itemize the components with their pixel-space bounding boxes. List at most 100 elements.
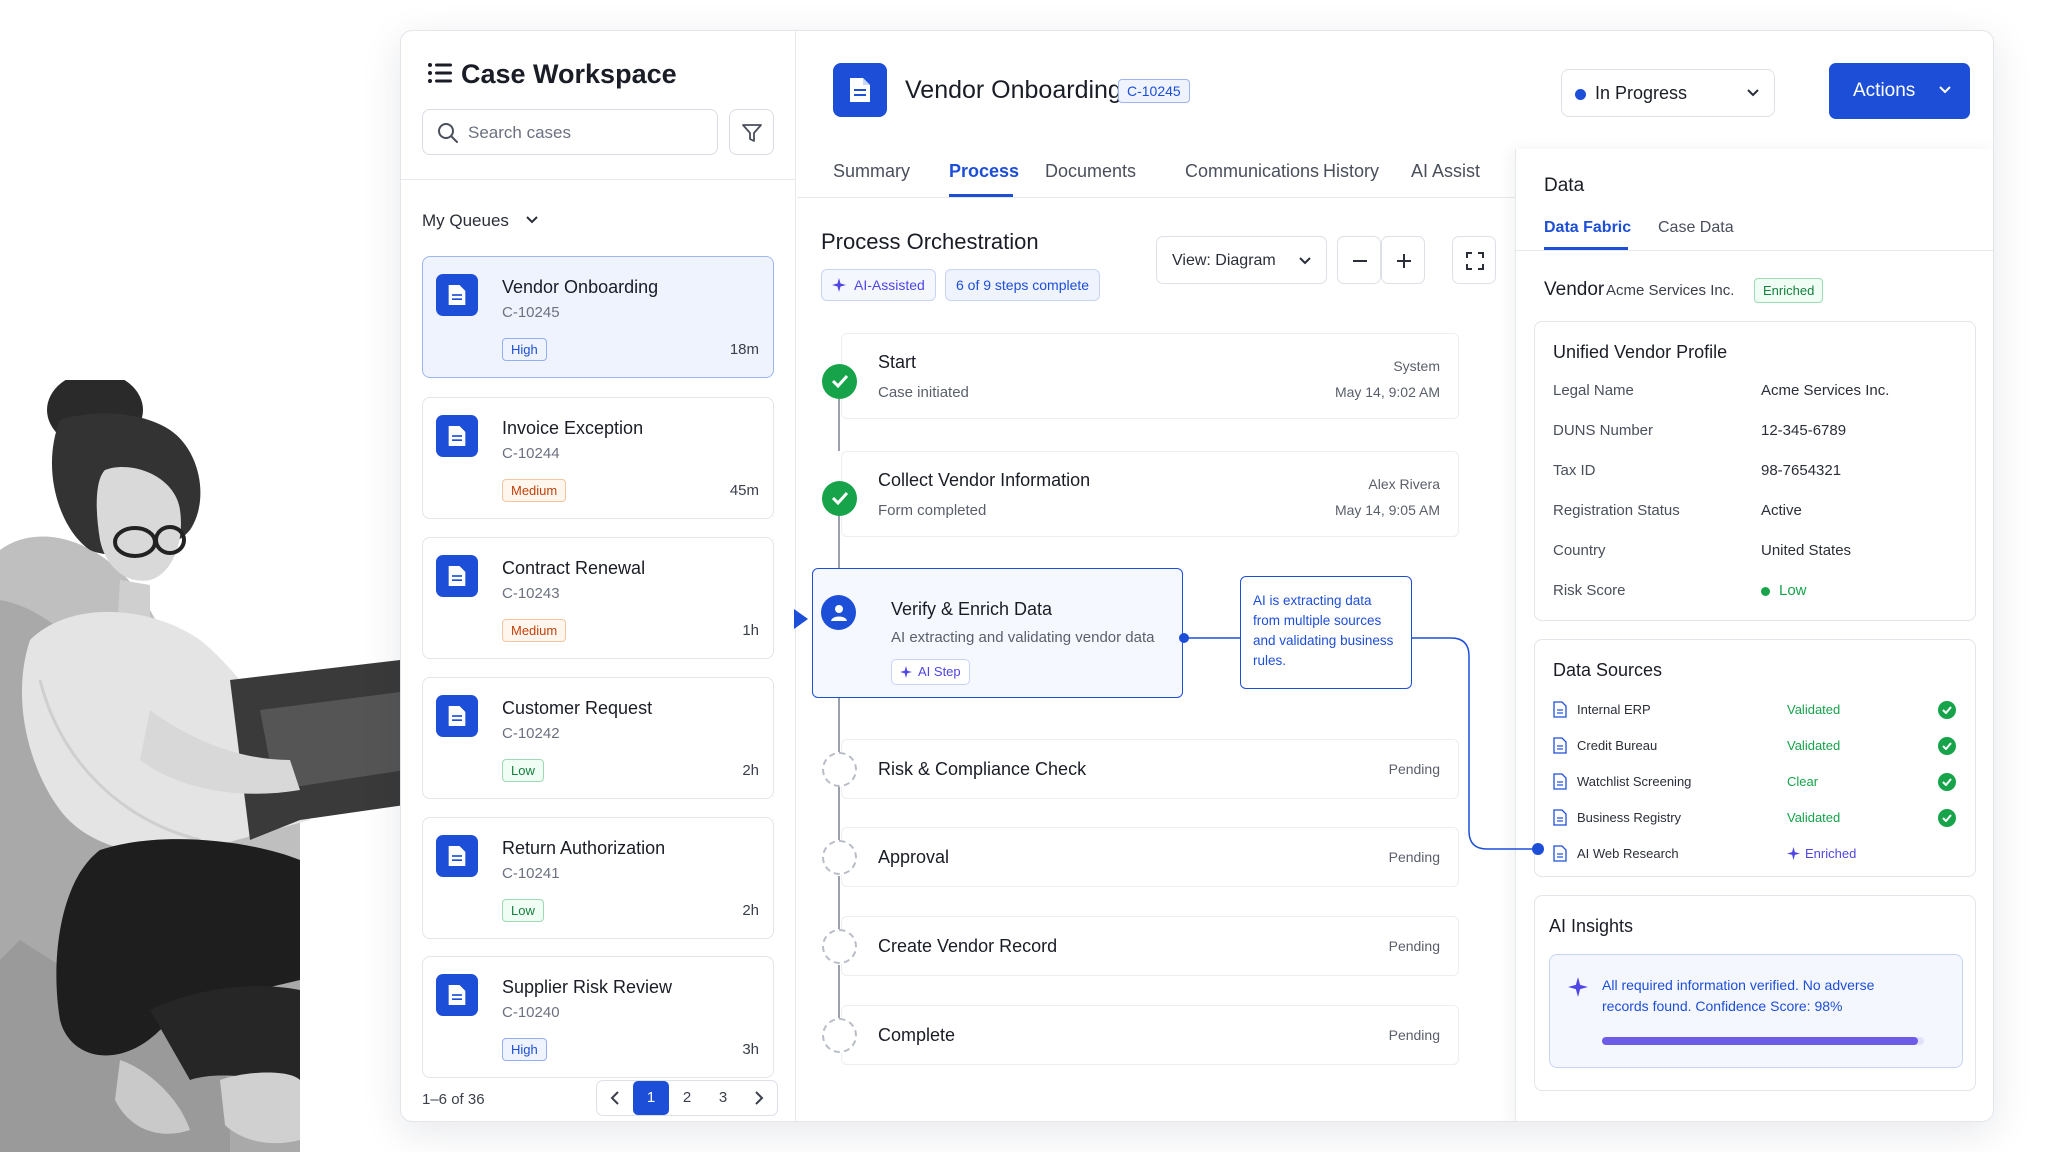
- data-panel: Data Data Fabric Case Data Vendor Acme S…: [1515, 149, 1993, 1121]
- document-icon: [1553, 737, 1567, 759]
- tab-case-data[interactable]: Case Data: [1658, 219, 1734, 237]
- field-label: Tax ID: [1553, 462, 1596, 479]
- case-id: C-10241: [502, 865, 560, 882]
- case-card[interactable]: Vendor Onboarding C-10245 High 18m: [422, 256, 774, 378]
- check-circle-icon: [822, 364, 857, 399]
- step-actor: System: [1393, 358, 1440, 374]
- source-status: Validated: [1787, 702, 1841, 717]
- case-card[interactable]: Customer Request C-10242 Low 2h: [422, 677, 774, 799]
- step-name: Complete: [878, 1025, 956, 1045]
- process-step[interactable]: Collect Vendor Information Form completed…: [841, 451, 1459, 537]
- step-actor: Alex Rivera: [1368, 476, 1440, 492]
- tab-communications[interactable]: Communications: [1185, 161, 1319, 182]
- case-title: Vendor Onboarding: [502, 277, 659, 297]
- queues-dropdown[interactable]: My Queues: [422, 211, 509, 231]
- flow-connector-line: [838, 965, 840, 1019]
- actions-button[interactable]: Actions: [1829, 63, 1970, 119]
- tab-history[interactable]: History: [1323, 161, 1379, 182]
- case-workspace-window: Case Workspace Search cases My Queues Ve…: [400, 30, 1994, 1122]
- search-placeholder: Search cases: [468, 123, 571, 142]
- zoom-in-button[interactable]: [1381, 236, 1425, 284]
- case-title: Invoice Exception: [502, 418, 644, 438]
- pending-circle-icon: [822, 1018, 857, 1053]
- document-icon: [1553, 845, 1567, 867]
- prev-page-button[interactable]: [597, 1081, 633, 1115]
- divider: [797, 197, 1517, 198]
- page-3-button[interactable]: 3: [705, 1081, 741, 1115]
- flow-connector-line: [838, 876, 840, 930]
- tab-data-fabric[interactable]: Data Fabric: [1544, 219, 1631, 237]
- status-dropdown[interactable]: In Progress: [1561, 69, 1775, 117]
- vendor-name: Acme Services Inc.: [1606, 282, 1735, 299]
- step-name: Verify & Enrich Data: [891, 599, 1053, 619]
- divider: [1516, 250, 1993, 251]
- case-card[interactable]: Contract Renewal C-10243 Medium 1h: [422, 537, 774, 659]
- document-icon: [436, 415, 478, 457]
- case-title: Customer Request: [502, 698, 653, 718]
- source-name: Internal ERP: [1577, 702, 1651, 717]
- sparkle-icon: [1568, 977, 1588, 997]
- document-icon: [436, 974, 478, 1016]
- search-input[interactable]: Search cases: [422, 109, 718, 155]
- tab-process[interactable]: Process: [949, 161, 1019, 182]
- chevron-down-icon: [1939, 86, 1951, 94]
- process-step[interactable]: Complete Pending: [841, 1005, 1459, 1065]
- insight-text: All required information verified. No ad…: [1602, 977, 1875, 1014]
- page-2-button[interactable]: 2: [669, 1081, 705, 1115]
- fullscreen-button[interactable]: [1452, 236, 1496, 284]
- filter-icon: [742, 124, 762, 142]
- document-icon: [436, 274, 478, 316]
- case-card[interactable]: Return Authorization C-10241 Low 2h: [422, 817, 774, 939]
- user-step-icon: [821, 595, 856, 630]
- vendor-label: Vendor: [1544, 279, 1605, 300]
- case-id: C-10245: [502, 304, 560, 321]
- tab-ai-assist[interactable]: AI Assist: [1411, 161, 1480, 182]
- zoom-out-button[interactable]: [1337, 236, 1381, 284]
- case-card[interactable]: Invoice Exception C-10244 Medium 45m: [422, 397, 774, 519]
- case-title: Vendor Onboarding: [905, 76, 1122, 104]
- source-name: Business Registry: [1577, 810, 1682, 825]
- pending-circle-icon: [822, 840, 857, 875]
- case-age: 1h: [742, 622, 759, 639]
- case-document-icon: [833, 63, 887, 117]
- panel-title: Case Workspace: [461, 59, 677, 89]
- check-circle-icon: [1938, 701, 1956, 719]
- confidence-bar: [1602, 1037, 1924, 1045]
- process-step-current[interactable]: Verify & Enrich Data AI extracting and v…: [812, 568, 1183, 698]
- flow-connector-line: [838, 787, 840, 841]
- source-name: Watchlist Screening: [1577, 774, 1692, 789]
- chevron-down-icon: [1299, 257, 1311, 265]
- process-step[interactable]: Approval Pending: [841, 827, 1459, 887]
- case-id: C-10244: [502, 445, 560, 462]
- list-menu-icon[interactable]: [427, 61, 453, 85]
- check-circle-icon: [1938, 737, 1956, 755]
- pagination-info: 1–6 of 36: [422, 1091, 485, 1108]
- field-label: DUNS Number: [1553, 422, 1654, 439]
- chevron-left-icon: [610, 1091, 619, 1105]
- priority-badge: Low: [502, 899, 544, 922]
- pagination: 1 2 3: [596, 1080, 778, 1116]
- chevron-down-icon[interactable]: [525, 215, 539, 225]
- tab-documents[interactable]: Documents: [1045, 161, 1136, 182]
- priority-badge: High: [502, 1038, 547, 1061]
- field-value: 98-7654321: [1761, 462, 1842, 479]
- source-name: Credit Bureau: [1577, 738, 1658, 753]
- step-name: Collect Vendor Information: [878, 470, 1091, 490]
- flow-connector-line: [838, 698, 840, 753]
- view-select[interactable]: View: Diagram: [1156, 236, 1327, 284]
- process-step[interactable]: Create Vendor Record Pending: [841, 916, 1459, 976]
- steps-progress-badge: 6 of 9 steps complete: [945, 269, 1101, 301]
- chevron-right-icon: [755, 1091, 764, 1105]
- tab-summary[interactable]: Summary: [833, 161, 910, 182]
- sparkle-icon: [900, 666, 912, 678]
- ai-step-badge: AI Step: [891, 659, 970, 685]
- filter-button[interactable]: [729, 109, 774, 155]
- case-age: 2h: [742, 762, 759, 779]
- case-card[interactable]: Supplier Risk Review C-10240 High 3h: [422, 956, 774, 1078]
- insight-message: All required information verified. No ad…: [1549, 954, 1963, 1068]
- next-page-button[interactable]: [741, 1081, 777, 1115]
- process-step[interactable]: Start Case initiated System May 14, 9:02 AM: [841, 333, 1459, 419]
- process-step[interactable]: Risk & Compliance Check Pending: [841, 739, 1459, 799]
- page-1-button[interactable]: 1: [633, 1081, 669, 1115]
- priority-badge: Medium: [502, 479, 567, 502]
